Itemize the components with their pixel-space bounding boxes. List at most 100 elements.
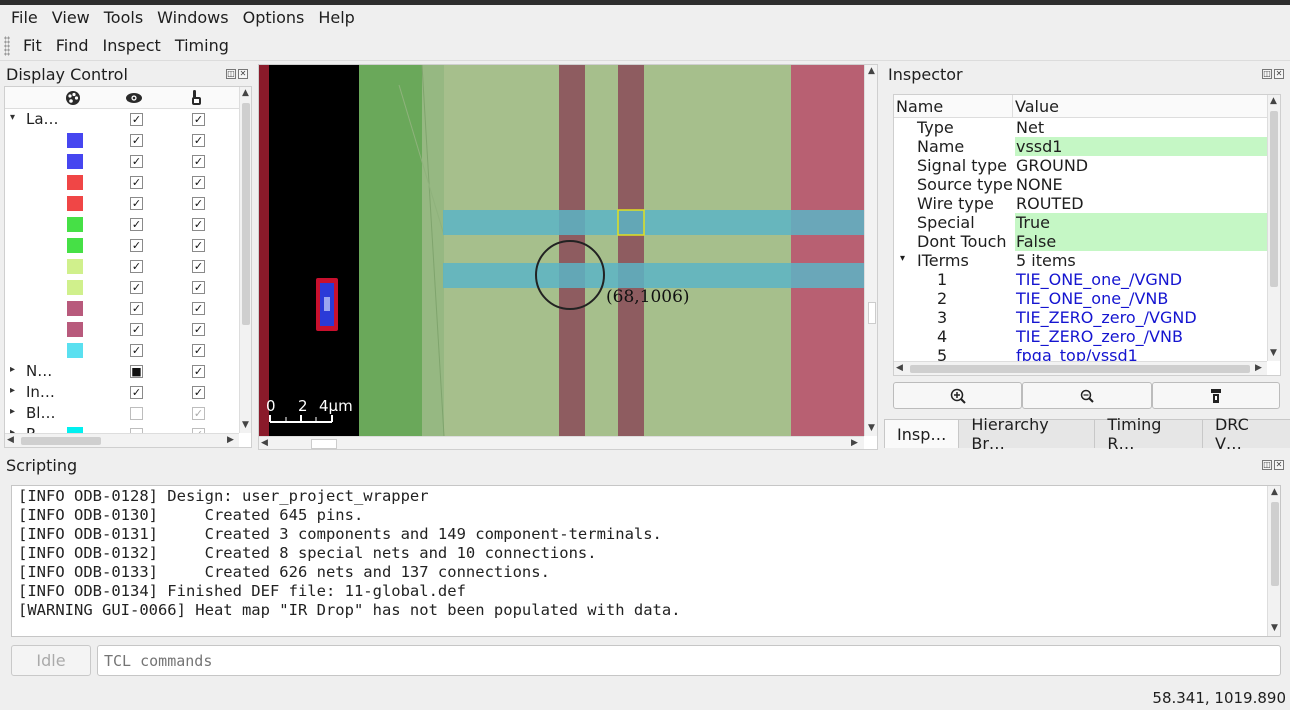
value-column-header[interactable]: Value xyxy=(1015,97,1059,116)
selectable-checkbox[interactable]: ✓ xyxy=(192,260,205,273)
display-control-vscroll[interactable]: ▲ ▼ xyxy=(239,87,251,433)
layer-row[interactable]: ✓ ✓ xyxy=(5,172,239,193)
inspector-hscroll[interactable]: ◀ ▶ xyxy=(894,361,1267,375)
layer-row[interactable]: ✓ ✓ xyxy=(5,151,239,172)
inspector-row[interactable]: 4 TIE_ZERO_zero_/VNB xyxy=(894,327,1267,346)
inspector-row[interactable]: Name vssd1 xyxy=(894,137,1267,156)
close-icon[interactable]: ✕ xyxy=(1274,460,1284,470)
inspector-row[interactable]: Type Net xyxy=(894,118,1267,137)
inspect-button[interactable]: Inspect xyxy=(96,36,168,55)
visible-checkbox[interactable]: ✓ xyxy=(130,134,143,147)
find-button[interactable]: Find xyxy=(49,36,96,55)
layer-row[interactable]: ✓ ✓ xyxy=(5,214,239,235)
property-link[interactable]: TIE_ONE_one_/VGND xyxy=(1015,270,1267,289)
layout-vscroll-thumb[interactable] xyxy=(868,302,876,324)
layer-row[interactable]: ✓ ✓ xyxy=(5,340,239,361)
script-vscroll-thumb[interactable] xyxy=(1271,502,1279,586)
selectable-checkbox[interactable]: ✓ xyxy=(192,323,205,336)
zoom-button[interactable] xyxy=(1022,382,1152,409)
visible-checkbox[interactable]: ✓ xyxy=(130,302,143,315)
inspector-row[interactable]: Signal type GROUND xyxy=(894,156,1267,175)
vscroll-thumb[interactable] xyxy=(242,103,250,325)
layer-color-swatch[interactable] xyxy=(67,154,83,169)
menu-tools[interactable]: Tools xyxy=(97,8,150,27)
selectable-checkbox[interactable]: ✓ xyxy=(192,239,205,252)
float-icon[interactable]: ◫ xyxy=(1262,69,1272,79)
inspector-table[interactable]: Name Value Type Net Name vssd1 Signal type GR… xyxy=(893,94,1281,376)
layer-row[interactable]: ✓ ✓ xyxy=(5,193,239,214)
layer-color-swatch[interactable] xyxy=(67,322,83,337)
tab-drc-viewer[interactable]: DRC V… xyxy=(1201,415,1290,453)
inspector-row[interactable]: 3 TIE_ZERO_zero_/VGND xyxy=(894,308,1267,327)
layout-canvas[interactable]: (68,1006) 0 2 4μm xyxy=(259,65,864,436)
visible-checkbox[interactable]: ✓ xyxy=(130,386,143,399)
visible-checkbox[interactable]: ✓ xyxy=(130,281,143,294)
tab-inspector[interactable]: Insp… xyxy=(884,419,960,448)
visible-checkbox[interactable] xyxy=(130,407,143,420)
chevron-down-icon[interactable]: ▾ xyxy=(10,112,15,123)
selectable-checkbox[interactable]: ✓ xyxy=(192,197,205,210)
inspector-row[interactable]: Source type NONE xyxy=(894,175,1267,194)
selectable-checkbox[interactable]: ✓ xyxy=(192,302,205,315)
idle-button[interactable]: Idle xyxy=(11,645,91,676)
script-vscroll[interactable]: ▲ ▼ xyxy=(1267,486,1280,636)
close-icon[interactable]: ✕ xyxy=(238,69,248,79)
visible-checkbox[interactable]: ✓ xyxy=(130,260,143,273)
layer-row[interactable]: ▾ La… ✓ ✓ xyxy=(5,109,239,130)
layer-row[interactable]: ▸ N… ■ ✓ xyxy=(5,361,239,382)
zoom-to-button[interactable] xyxy=(893,382,1022,409)
layer-row[interactable]: ▸ In… ✓ ✓ xyxy=(5,382,239,403)
layer-row[interactable]: ▸ Bl… ✓ xyxy=(5,403,239,424)
tcl-command-input[interactable] xyxy=(97,645,1281,676)
inspector-row[interactable]: Special True xyxy=(894,213,1267,232)
menu-options[interactable]: Options xyxy=(236,8,312,27)
layout-view[interactable]: (68,1006) 0 2 4μm ▲ ▼ ◀ ▶ xyxy=(258,64,878,450)
layout-vscroll[interactable]: ▲ ▼ xyxy=(864,65,877,436)
layer-color-swatch[interactable] xyxy=(67,343,83,358)
hscroll-thumb[interactable] xyxy=(21,437,101,445)
property-link[interactable]: TIE_ZERO_zero_/VGND xyxy=(1015,308,1267,327)
name-column-header[interactable]: Name xyxy=(896,97,943,116)
layer-color-swatch[interactable] xyxy=(67,301,83,316)
chevron-right-icon[interactable]: ▸ xyxy=(10,385,15,396)
tab-hierarchy-browser[interactable]: Hierarchy Br… xyxy=(958,415,1096,453)
inspector-hscroll-thumb[interactable] xyxy=(910,365,1250,373)
selectable-checkbox[interactable]: ✓ xyxy=(192,386,205,399)
visible-checkbox[interactable]: ✓ xyxy=(130,155,143,168)
fit-button[interactable]: Fit xyxy=(16,36,49,55)
highlight-button[interactable] xyxy=(1152,382,1280,409)
selectable-checkbox[interactable]: ✓ xyxy=(192,176,205,189)
property-link[interactable]: TIE_ZERO_zero_/VNB xyxy=(1015,327,1267,346)
selectable-checkbox[interactable]: ✓ xyxy=(192,155,205,168)
menu-view[interactable]: View xyxy=(45,8,97,27)
selectable-checkbox[interactable]: ✓ xyxy=(192,134,205,147)
selectable-checkbox[interactable]: ✓ xyxy=(192,344,205,357)
layer-color-swatch[interactable] xyxy=(67,133,83,148)
property-link[interactable]: TIE_ONE_one_/VNB xyxy=(1015,289,1267,308)
float-icon[interactable]: ◫ xyxy=(226,69,236,79)
inspector-row[interactable]: 2 TIE_ONE_one_/VNB xyxy=(894,289,1267,308)
layout-hscroll-thumb[interactable] xyxy=(311,439,337,449)
layer-row[interactable]: ✓ ✓ xyxy=(5,256,239,277)
inspector-row[interactable]: ▾ ITerms 5 items xyxy=(894,251,1267,270)
inspector-vscroll[interactable]: ▲ ▼ xyxy=(1267,95,1280,361)
selectable-checkbox[interactable]: ✓ xyxy=(192,281,205,294)
selectable-checkbox[interactable]: ✓ xyxy=(192,113,205,126)
display-control-tree[interactable]: ▾ La… ✓ ✓ ✓ ✓ ✓ ✓ ✓ ✓ ✓ ✓ ✓ ✓ ✓ ✓ ✓ ✓ ✓ ✓ ✓ ✓ ✓ ✓ ✓ ✓ ▸ N… ■ ✓ ▸ In… ✓ ✓ ▸… xyxy=(4,86,252,448)
inspector-row[interactable]: Dont Touch False xyxy=(894,232,1267,251)
layer-row[interactable]: ✓ ✓ xyxy=(5,319,239,340)
selectable-checkbox[interactable]: ✓ xyxy=(192,407,205,420)
inspector-row[interactable]: Wire type ROUTED xyxy=(894,194,1267,213)
visible-checkbox[interactable]: ■ xyxy=(130,365,143,378)
layer-row[interactable]: ✓ ✓ xyxy=(5,298,239,319)
chevron-right-icon[interactable]: ▸ xyxy=(10,364,15,375)
float-icon[interactable]: ◫ xyxy=(1262,460,1272,470)
close-icon[interactable]: ✕ xyxy=(1274,69,1284,79)
visible-checkbox[interactable]: ✓ xyxy=(130,323,143,336)
layer-row[interactable]: ✓ ✓ xyxy=(5,235,239,256)
layer-color-swatch[interactable] xyxy=(67,259,83,274)
toolbar-grip[interactable] xyxy=(4,35,10,56)
visible-checkbox[interactable]: ✓ xyxy=(130,218,143,231)
visible-checkbox[interactable]: ✓ xyxy=(130,176,143,189)
inspector-row[interactable]: 1 TIE_ONE_one_/VGND xyxy=(894,270,1267,289)
